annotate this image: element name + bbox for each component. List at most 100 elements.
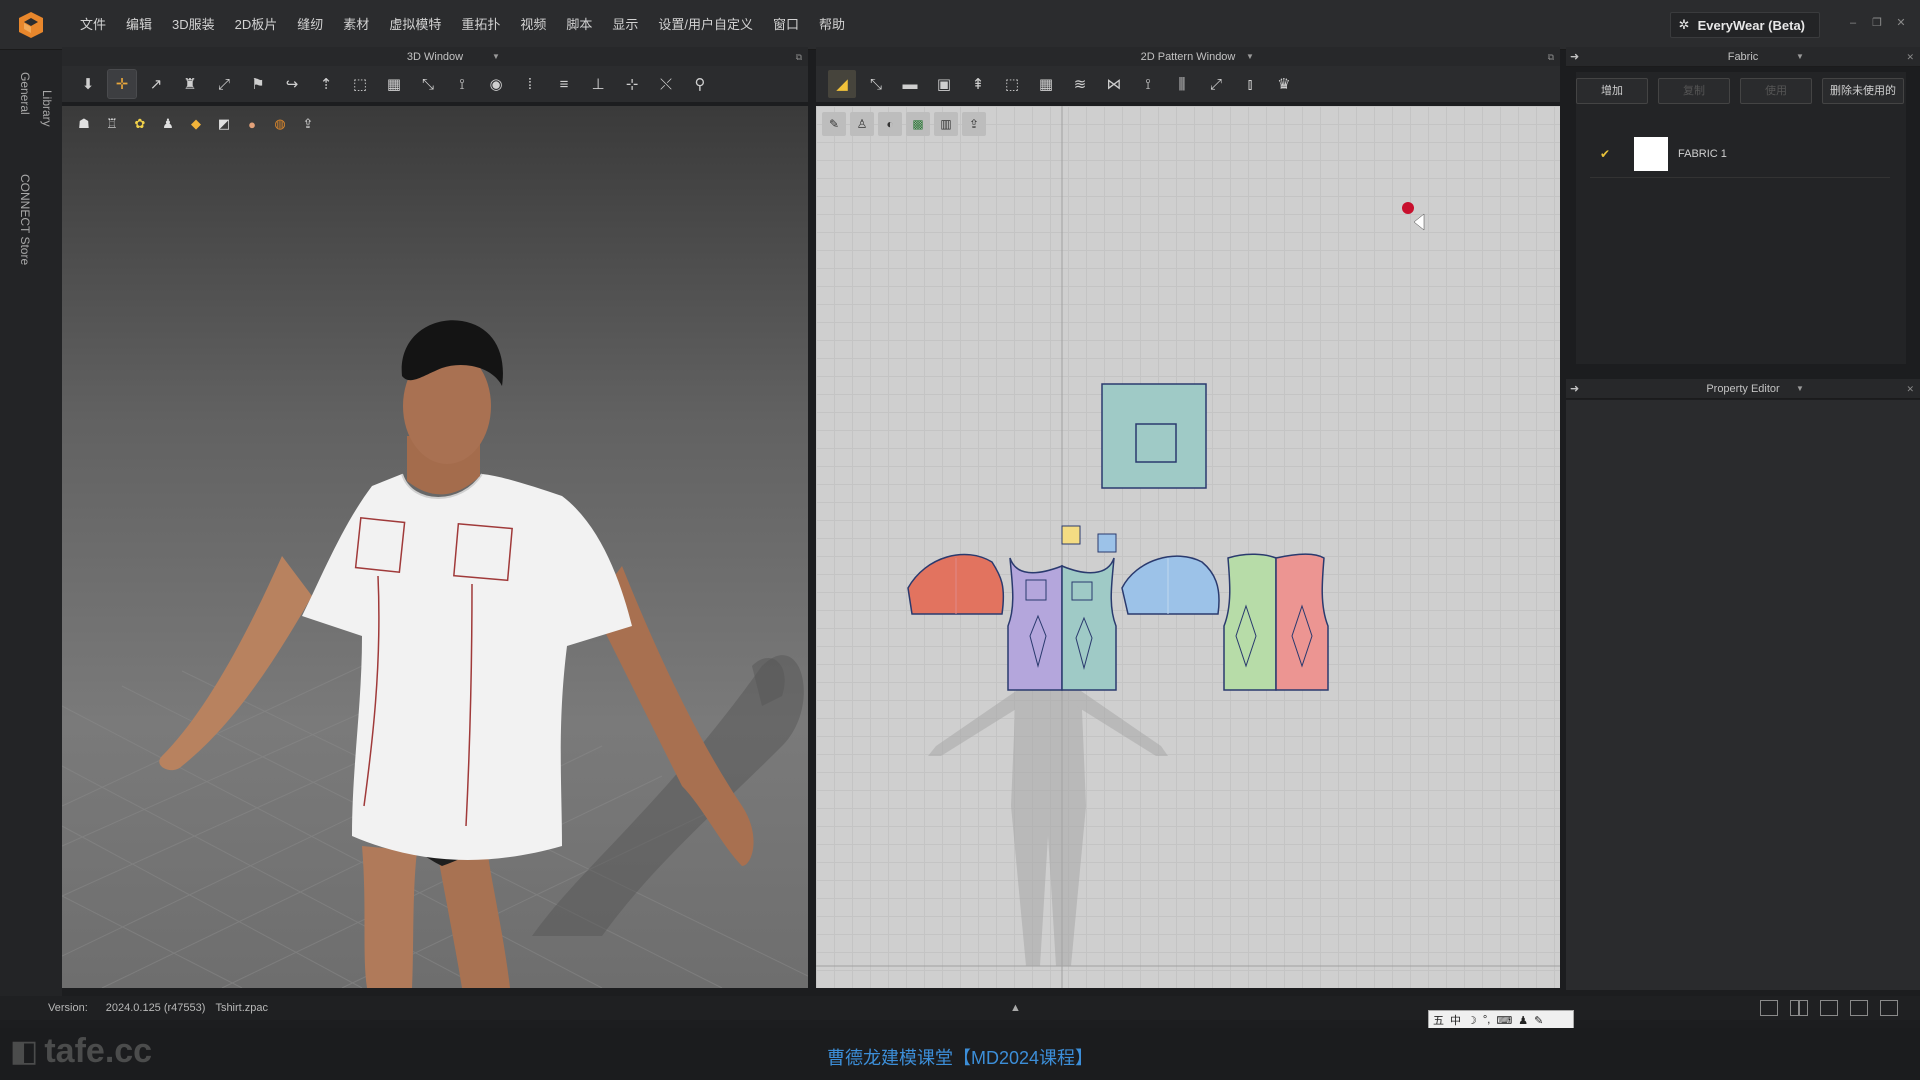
globe-icon[interactable]: ◍ xyxy=(268,112,292,136)
close-panel-icon[interactable]: ✕ xyxy=(1906,47,1914,67)
menu-video[interactable]: 视频 xyxy=(510,10,556,40)
float-panel-icon[interactable]: ⧉ xyxy=(796,47,802,67)
ime-lang[interactable]: 中 xyxy=(1450,1012,1461,1028)
dropdown-caret-icon[interactable]: ▼ xyxy=(1796,47,1804,67)
menu-3d-garment[interactable]: 3D服装 xyxy=(162,10,225,40)
internal-rect-icon[interactable]: ▣ xyxy=(930,70,958,98)
free-sewing-icon[interactable]: ⋈ xyxy=(1100,70,1128,98)
grid-view-icon[interactable]: ▥ xyxy=(934,112,958,136)
copy-fabric-button[interactable]: 复制 xyxy=(1658,78,1730,104)
fold-pattern-icon[interactable]: ⬚ xyxy=(998,70,1026,98)
transform-pattern-icon[interactable]: ⤡ xyxy=(862,70,890,98)
edit-pattern-icon[interactable]: ↗ xyxy=(142,70,170,98)
menu-materials[interactable]: 素材 xyxy=(333,10,379,40)
expand-up-icon[interactable]: ▲ xyxy=(1010,1002,1021,1014)
layout-split-icon[interactable] xyxy=(1790,1000,1808,1016)
app-logo[interactable] xyxy=(14,8,48,42)
menu-sewing[interactable]: 缝纫 xyxy=(287,10,333,40)
moon-icon[interactable]: ☽ xyxy=(1467,1014,1477,1027)
pin-tool-icon[interactable]: ⤢ xyxy=(210,70,238,98)
avatar-display-icon[interactable]: ☗ xyxy=(72,112,96,136)
fold-icon[interactable]: ↪ xyxy=(278,70,306,98)
grid-tool-icon[interactable]: ▦ xyxy=(380,70,408,98)
restore-icon[interactable]: ❐ xyxy=(1870,16,1884,30)
keyboard-icon[interactable]: ⌨ xyxy=(1496,1014,1512,1027)
stitch-icon[interactable]: ⟟ xyxy=(448,70,476,98)
pin-icon[interactable]: ➜ xyxy=(1570,47,1579,67)
rectangle-icon[interactable]: ▬ xyxy=(896,70,924,98)
texture-icon[interactable]: ◆ xyxy=(184,112,208,136)
export-icon[interactable]: ⇪ xyxy=(296,112,320,136)
dropdown-caret-icon[interactable]: ▼ xyxy=(1246,47,1254,67)
pattern-color-icon[interactable]: ✿ xyxy=(128,112,152,136)
select-mesh-icon[interactable]: ⬇ xyxy=(74,70,102,98)
pleats-icon[interactable]: ⫼ xyxy=(1168,70,1196,98)
layout-single-icon[interactable] xyxy=(1760,1000,1778,1016)
garment-icon[interactable]: ♜ xyxy=(176,70,204,98)
avatar-icon[interactable]: ♟ xyxy=(156,112,180,136)
tab-library[interactable]: Library xyxy=(40,90,54,127)
stitch-2d-icon[interactable]: ⟟ xyxy=(1134,70,1162,98)
delete-unused-button[interactable]: 删除未使用的 xyxy=(1822,78,1904,104)
tab-connect-store[interactable]: CONNECT Store xyxy=(18,174,32,265)
menu-avatar[interactable]: 虚拟模特 xyxy=(379,10,451,40)
punctuation-icon[interactable]: °, xyxy=(1483,1014,1490,1026)
transform-icon[interactable]: ⬚ xyxy=(346,70,374,98)
add-fabric-button[interactable]: 增加 xyxy=(1576,78,1648,104)
garment-display-icon[interactable]: ♖ xyxy=(100,112,124,136)
wrench-icon[interactable]: ✎ xyxy=(1534,1014,1543,1027)
segment-sewing-icon[interactable]: ≋ xyxy=(1066,70,1094,98)
select-pattern-icon[interactable]: ◢ xyxy=(828,70,856,98)
dropdown-caret-icon[interactable]: ▼ xyxy=(492,47,500,67)
pattern-shirt-icon[interactable]: ♙ xyxy=(850,112,874,136)
eye-icon[interactable]: ◐ xyxy=(878,112,902,136)
avatar-pin-icon[interactable]: ⇡ xyxy=(312,70,340,98)
menu-settings[interactable]: 设置/用户自定义 xyxy=(648,10,763,40)
grid-pattern-icon[interactable]: ▦ xyxy=(1032,70,1060,98)
apply-fabric-button[interactable]: 使用 xyxy=(1740,78,1812,104)
export-2d-icon[interactable]: ⇪ xyxy=(962,112,986,136)
menu-2d-pattern[interactable]: 2D板片 xyxy=(225,10,288,40)
menu-window[interactable]: 窗口 xyxy=(763,10,809,40)
zipper-icon[interactable]: ⁞ xyxy=(516,70,544,98)
everywear-button[interactable]: ✲ EveryWear (Beta) xyxy=(1669,12,1820,38)
close-icon[interactable]: ✕ xyxy=(1894,16,1908,30)
pen-icon[interactable]: ✎ xyxy=(822,112,846,136)
menu-script[interactable]: 脚本 xyxy=(556,10,602,40)
shirt-tool-icon[interactable]: ⚑ xyxy=(244,70,272,98)
menu-file[interactable]: 文件 xyxy=(70,10,116,40)
menu-display[interactable]: 显示 xyxy=(602,10,648,40)
ime-logo-icon[interactable]: 五 xyxy=(1433,1012,1444,1028)
edit-curve-icon[interactable]: ⤢ xyxy=(1202,70,1230,98)
close-panel-icon[interactable]: ✕ xyxy=(1906,379,1914,399)
user-icon[interactable]: ♟ xyxy=(1518,1014,1528,1027)
menu-retopology[interactable]: 重拓扑 xyxy=(451,10,510,40)
add-point-icon[interactable]: ⇞ xyxy=(964,70,992,98)
layout-fullscreen-icon[interactable] xyxy=(1880,1000,1898,1016)
measure-icon[interactable]: ⊥ xyxy=(584,70,612,98)
tab-general[interactable]: General xyxy=(18,72,32,115)
topstitch-icon[interactable]: ≡ xyxy=(550,70,578,98)
layout-quad-icon[interactable] xyxy=(1850,1000,1868,1016)
seam-icon[interactable]: ⤡ xyxy=(414,70,442,98)
pin-icon[interactable]: ➜ xyxy=(1570,379,1579,399)
3d-viewport[interactable] xyxy=(62,106,808,988)
render-icon[interactable]: ◩ xyxy=(212,112,236,136)
dropdown-caret-icon[interactable]: ▼ xyxy=(1796,379,1804,399)
float-panel-icon[interactable]: ⧉ xyxy=(1548,47,1554,67)
tshirt-icon[interactable]: ♛ xyxy=(1270,70,1298,98)
pose-icon[interactable]: ⚲ xyxy=(686,70,714,98)
tape-icon[interactable]: ⤬ xyxy=(652,70,680,98)
dart-icon[interactable]: ⫾ xyxy=(1236,70,1264,98)
fabric-list-item[interactable]: ✔ FABRIC 1 xyxy=(1590,130,1890,178)
skin-icon[interactable]: ● xyxy=(240,112,264,136)
move-tool-icon[interactable]: ✛ xyxy=(107,69,137,99)
texture-view-icon[interactable]: ▩ xyxy=(906,112,930,136)
2d-pattern-viewport[interactable] xyxy=(816,106,1560,988)
menu-help[interactable]: 帮助 xyxy=(809,10,855,40)
layout-three-icon[interactable] xyxy=(1820,1000,1838,1016)
minimize-icon[interactable]: – xyxy=(1846,16,1860,30)
menu-edit[interactable]: 编辑 xyxy=(116,10,162,40)
align-icon[interactable]: ⊹ xyxy=(618,70,646,98)
button-tool-icon[interactable]: ◉ xyxy=(482,70,510,98)
